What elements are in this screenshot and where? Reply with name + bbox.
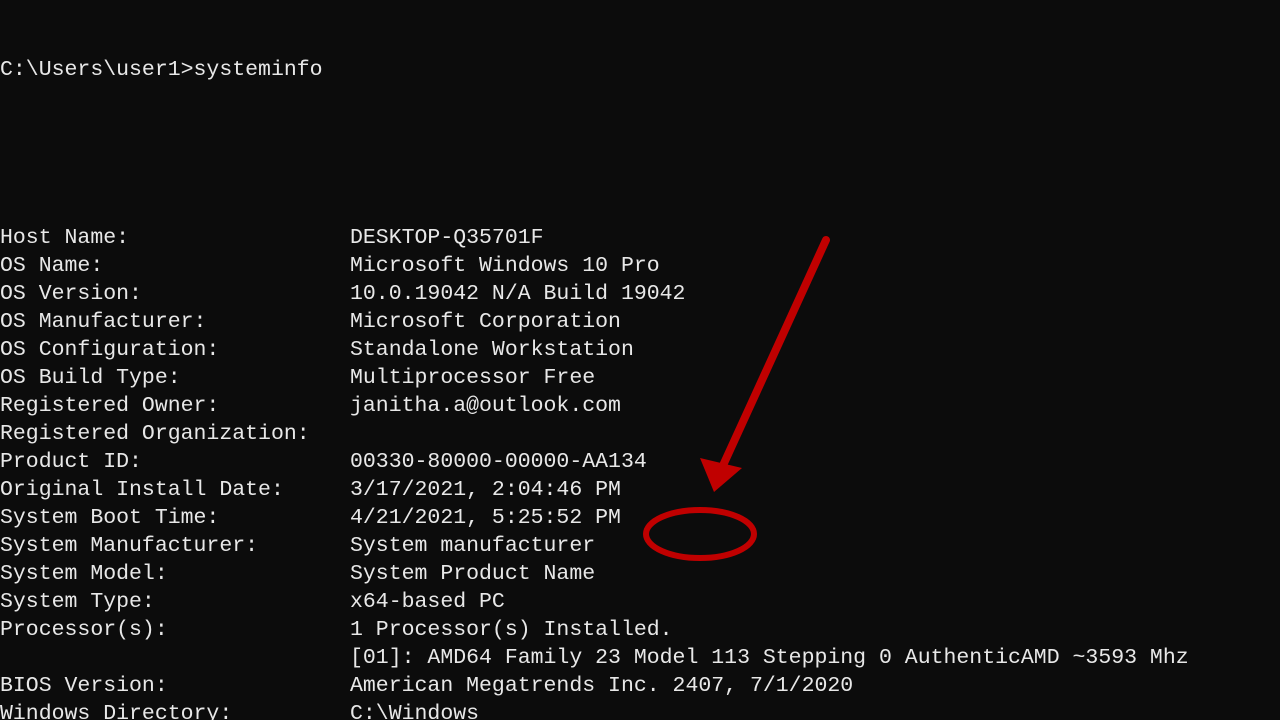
row-label: System Boot Time: <box>0 504 350 532</box>
row-label: OS Manufacturer: <box>0 308 350 336</box>
output-row: Original Install Date:3/17/2021, 2:04:46… <box>0 476 1280 504</box>
output-row: OS Version:10.0.19042 N/A Build 19042 <box>0 280 1280 308</box>
row-label: Registered Organization: <box>0 420 350 448</box>
output-row: System Type:x64-based PC <box>0 588 1280 616</box>
row-value: DESKTOP-Q35701F <box>350 224 544 252</box>
output-row: OS Manufacturer:Microsoft Corporation <box>0 308 1280 336</box>
row-label: Host Name: <box>0 224 350 252</box>
output-row: Product ID:00330-80000-00000-AA134 <box>0 448 1280 476</box>
row-value: janitha.a@outlook.com <box>350 392 621 420</box>
row-value: 00330-80000-00000-AA134 <box>350 448 647 476</box>
row-label <box>0 644 350 672</box>
output-row: Processor(s):1 Processor(s) Installed. <box>0 616 1280 644</box>
row-value: 3/17/2021, 2:04:46 PM <box>350 476 621 504</box>
blank-line <box>0 140 1280 168</box>
output-row: OS Build Type:Multiprocessor Free <box>0 364 1280 392</box>
row-value: System Product Name <box>350 560 595 588</box>
row-value: 1 Processor(s) Installed. <box>350 616 673 644</box>
output-row: OS Name:Microsoft Windows 10 Pro <box>0 252 1280 280</box>
row-label: OS Configuration: <box>0 336 350 364</box>
row-value: [01]: AMD64 Family 23 Model 113 Stepping… <box>350 644 1189 672</box>
row-value: Microsoft Corporation <box>350 308 621 336</box>
row-label: System Type: <box>0 588 350 616</box>
row-value: 4/21/2021, 5:25:52 PM <box>350 504 621 532</box>
output-row: Registered Organization: <box>0 420 1280 448</box>
row-value: x64-based PC <box>350 588 505 616</box>
row-value: System manufacturer <box>350 532 595 560</box>
output-row: System Manufacturer:System manufacturer <box>0 532 1280 560</box>
output-row: BIOS Version:American Megatrends Inc. 24… <box>0 672 1280 700</box>
command-prompt: C:\Users\user1>systeminfo <box>0 56 1280 84</box>
output-row: Registered Owner:janitha.a@outlook.com <box>0 392 1280 420</box>
row-label: Registered Owner: <box>0 392 350 420</box>
output-row: Windows Directory:C:\Windows <box>0 700 1280 720</box>
output-row: System Model:System Product Name <box>0 560 1280 588</box>
row-label: OS Name: <box>0 252 350 280</box>
row-value: American Megatrends Inc. 2407, 7/1/2020 <box>350 672 853 700</box>
row-label: OS Version: <box>0 280 350 308</box>
row-value: Standalone Workstation <box>350 336 634 364</box>
row-label: System Model: <box>0 560 350 588</box>
row-label: Original Install Date: <box>0 476 350 504</box>
output-row: Host Name:DESKTOP-Q35701F <box>0 224 1280 252</box>
row-label: Processor(s): <box>0 616 350 644</box>
row-label: OS Build Type: <box>0 364 350 392</box>
output-row: OS Configuration:Standalone Workstation <box>0 336 1280 364</box>
row-label: Product ID: <box>0 448 350 476</box>
row-label: BIOS Version: <box>0 672 350 700</box>
terminal-output[interactable]: C:\Users\user1>systeminfo Host Name:DESK… <box>0 0 1280 720</box>
row-value: Microsoft Windows 10 Pro <box>350 252 660 280</box>
output-row: System Boot Time:4/21/2021, 5:25:52 PM <box>0 504 1280 532</box>
row-label: Windows Directory: <box>0 700 350 720</box>
row-value: 10.0.19042 N/A Build 19042 <box>350 280 685 308</box>
row-value: Multiprocessor Free <box>350 364 595 392</box>
row-value: C:\Windows <box>350 700 479 720</box>
output-row: [01]: AMD64 Family 23 Model 113 Stepping… <box>0 644 1280 672</box>
row-label: System Manufacturer: <box>0 532 350 560</box>
